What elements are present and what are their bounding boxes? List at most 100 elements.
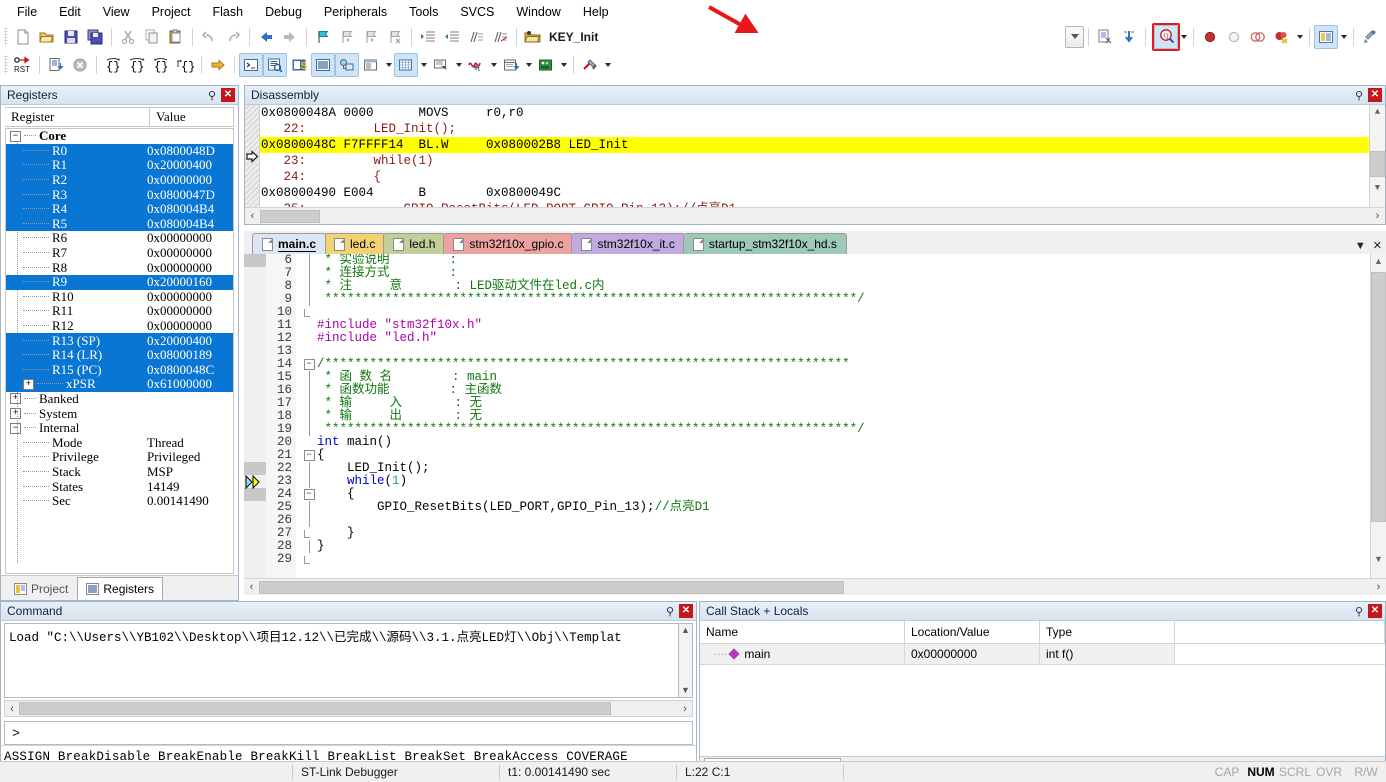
expand-icon[interactable]: + bbox=[23, 378, 34, 390]
symbols-window-dropdown-arrow[interactable] bbox=[1178, 26, 1189, 48]
dock-tab-project[interactable]: Project bbox=[5, 577, 78, 600]
bookmark-clear-icon[interactable] bbox=[383, 25, 407, 49]
comment-icon[interactable] bbox=[464, 25, 488, 49]
pin-icon[interactable]: ⚲ bbox=[1352, 88, 1366, 102]
system-viewer-dropdown-arrow[interactable] bbox=[558, 54, 569, 76]
fold-cell[interactable] bbox=[301, 553, 317, 566]
command-input[interactable] bbox=[27, 724, 692, 742]
close-tab-icon[interactable]: ✕ bbox=[1373, 239, 1382, 252]
command-output[interactable]: Load "C:\\Users\\YB102\\Desktop\\项目12.12… bbox=[4, 623, 693, 698]
cut-icon[interactable] bbox=[116, 25, 140, 49]
code-editor[interactable]: 6 7 8 9 10 11 12 13 14 15 16 17 18 19 20 21 22 23 24 25 26 27… bbox=[244, 254, 1386, 578]
command-window-icon[interactable] bbox=[239, 52, 263, 77]
hscroll-thumb[interactable] bbox=[260, 209, 320, 223]
fold-cell[interactable]: − bbox=[301, 449, 317, 462]
tablist-dropdown-icon[interactable]: ▼ bbox=[1355, 240, 1366, 252]
breakpoint-dropdown-arrow[interactable] bbox=[1294, 26, 1305, 48]
column-header-type[interactable]: Type bbox=[1040, 621, 1175, 644]
symbols-window-small-icon[interactable]: S bbox=[287, 53, 311, 77]
navigate-back-icon[interactable] bbox=[254, 25, 278, 49]
close-icon[interactable]: ✕ bbox=[1368, 88, 1382, 102]
run-icon[interactable] bbox=[44, 53, 68, 77]
register-row[interactable]: R5 0x080004B4 bbox=[6, 216, 233, 232]
code-line[interactable]: #include "stm32f10x.h" bbox=[317, 319, 1386, 332]
fold-cell[interactable] bbox=[301, 371, 317, 384]
open-file-icon[interactable] bbox=[35, 25, 59, 49]
fold-cell[interactable] bbox=[301, 280, 317, 293]
menu-item-file[interactable]: File bbox=[6, 2, 48, 22]
save-icon[interactable] bbox=[59, 25, 83, 49]
new-file-icon[interactable] bbox=[11, 25, 35, 49]
register-row[interactable]: R13 (SP) 0x20000400 bbox=[6, 333, 233, 348]
register-row[interactable]: R6 0x00000000 bbox=[6, 230, 233, 246]
fold-cell[interactable] bbox=[301, 475, 317, 488]
disassembly-instruction-line[interactable]: 0x0800048C F7FFFF14 BL.W 0x080002B8 LED_… bbox=[245, 137, 1385, 153]
register-row[interactable]: R0 0x0800048D bbox=[6, 143, 233, 159]
serial-windows-dropdown-arrow[interactable] bbox=[453, 54, 464, 76]
scroll-left-arrow-icon[interactable]: ‹ bbox=[245, 210, 260, 222]
disassembly-instruction-line[interactable]: 0x08000490 E004 B 0x0800049C bbox=[245, 185, 1385, 201]
analysis-windows-icon[interactable]: t bbox=[464, 53, 488, 77]
code-line[interactable]: #include "led.h" bbox=[317, 332, 1386, 345]
fold-cell[interactable] bbox=[301, 332, 317, 345]
scroll-left-arrow-icon[interactable]: ‹ bbox=[5, 703, 19, 715]
scroll-down-arrow-icon[interactable]: ▼ bbox=[1370, 183, 1385, 193]
disassembly-source-line[interactable]: 24: { bbox=[245, 169, 1385, 185]
register-row[interactable]: R4 0x080004B4 bbox=[6, 201, 233, 217]
call-stack-table[interactable]: Name Location/Value Type ···· main 0x00000… bbox=[700, 621, 1385, 754]
tree-group-banked[interactable]: + Banked bbox=[6, 391, 233, 407]
disassembly-source-line[interactable]: 23: while(1) bbox=[245, 153, 1385, 169]
symbols-window-icon[interactable]: Q bbox=[1152, 22, 1180, 51]
scroll-right-arrow-icon[interactable]: › bbox=[678, 703, 692, 715]
editor-tab-stm32f10x-it-c[interactable]: stm32f10x_it.c bbox=[571, 233, 685, 254]
disassembly-view[interactable]: 0x0800048A 0000 MOVS r0,r0 22: LED_Init(… bbox=[245, 105, 1385, 207]
registers-tree[interactable]: − Core R0 0x0800048D R1 0x20000400 R2 0x00000… bbox=[5, 128, 234, 574]
register-row[interactable]: + xPSR 0x61000000 bbox=[6, 376, 233, 392]
fold-cell[interactable] bbox=[301, 527, 317, 540]
fold-cell[interactable] bbox=[301, 345, 317, 358]
call-stack-row[interactable]: ···· main 0x00000000 int f() bbox=[700, 644, 1385, 665]
toolbox-dropdown-arrow[interactable] bbox=[602, 54, 613, 76]
disassembly-lines[interactable]: 0x0800048A 0000 MOVS r0,r0 22: LED_Init(… bbox=[245, 105, 1385, 207]
menu-item-view[interactable]: View bbox=[92, 2, 141, 22]
tree-group-system[interactable]: + System bbox=[6, 406, 233, 421]
fold-cell[interactable] bbox=[301, 540, 317, 553]
hscroll-thumb[interactable] bbox=[259, 580, 844, 594]
editor-fold-margin[interactable]: − − − bbox=[301, 254, 317, 578]
hscroll-track[interactable] bbox=[259, 580, 1371, 594]
register-row[interactable]: R9 0x20000160 bbox=[6, 274, 233, 290]
scroll-down-arrow-icon[interactable]: ▼ bbox=[679, 684, 692, 697]
register-row[interactable]: R2 0x00000000 bbox=[6, 172, 233, 188]
hscroll-thumb[interactable] bbox=[19, 702, 611, 715]
editor-vscrollbar[interactable]: ▲ ▼ bbox=[1370, 254, 1386, 578]
target-options-icon[interactable] bbox=[521, 25, 545, 49]
editor-tab-main-c[interactable]: main.c bbox=[252, 233, 327, 254]
fold-cell[interactable] bbox=[301, 306, 317, 319]
code-line[interactable]: int main() bbox=[317, 436, 1386, 449]
fold-cell[interactable] bbox=[301, 267, 317, 280]
save-all-icon[interactable] bbox=[83, 25, 107, 49]
analysis-windows-dropdown-arrow[interactable] bbox=[488, 54, 499, 76]
code-line[interactable]: ****************************************… bbox=[317, 293, 1386, 306]
menu-item-edit[interactable]: Edit bbox=[48, 2, 92, 22]
watch-windows-icon[interactable] bbox=[359, 53, 383, 77]
scroll-thumb[interactable] bbox=[1371, 272, 1386, 522]
outdent-icon[interactable] bbox=[440, 25, 464, 49]
register-row[interactable]: R8 0x00000000 bbox=[6, 260, 233, 275]
stop-icon[interactable] bbox=[68, 53, 92, 77]
disassembly-instruction-line[interactable]: 0x0800048A 0000 MOVS r0,r0 bbox=[245, 105, 1385, 121]
pin-icon[interactable]: ⚲ bbox=[205, 88, 219, 102]
register-row[interactable]: R11 0x00000000 bbox=[6, 303, 233, 319]
redo-icon[interactable] bbox=[221, 25, 245, 49]
editor-tab-led-c[interactable]: led.c bbox=[324, 233, 386, 254]
indent-icon[interactable] bbox=[416, 25, 440, 49]
menu-item-flash[interactable]: Flash bbox=[201, 2, 254, 22]
memory-windows-dropdown-arrow[interactable] bbox=[418, 54, 429, 76]
code-line[interactable]: } bbox=[317, 540, 1386, 553]
column-header-value[interactable]: Value bbox=[150, 107, 234, 127]
toolbox-icon[interactable] bbox=[578, 53, 602, 77]
close-icon[interactable]: ✕ bbox=[679, 604, 693, 618]
collapse-icon[interactable]: − bbox=[10, 422, 21, 434]
dock-tab-registers[interactable]: Registers bbox=[77, 577, 164, 600]
code-line[interactable]: * 实验说明 : bbox=[317, 254, 1386, 267]
